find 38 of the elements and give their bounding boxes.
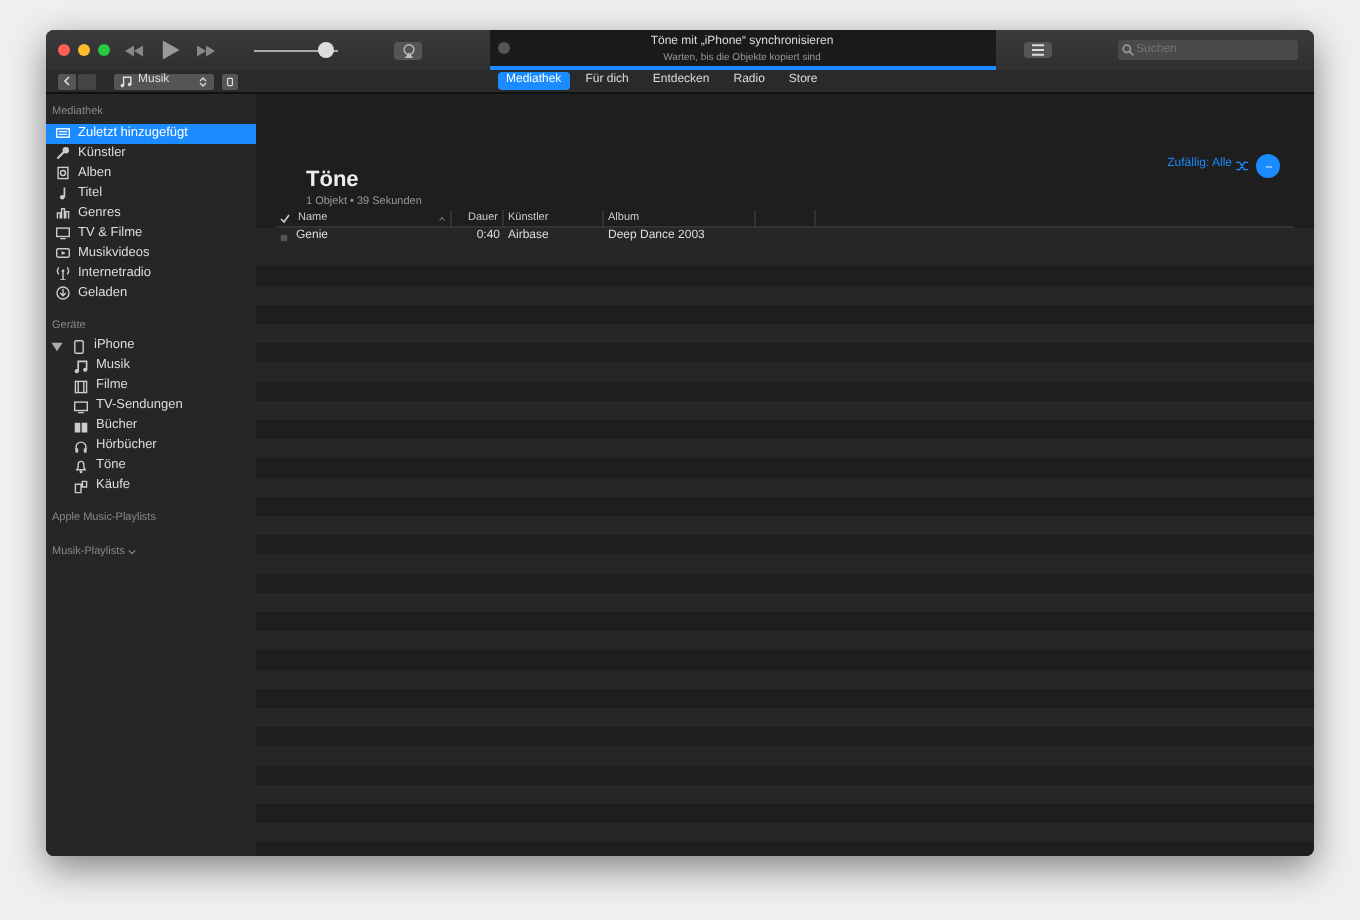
list-icon [1031, 44, 1043, 56]
back-button[interactable] [58, 73, 76, 89]
monitor-icon [56, 226, 70, 241]
music-note-icon [74, 359, 88, 374]
chevron-left-icon [62, 76, 72, 86]
airplay-icon [401, 43, 415, 57]
fast-forward-icon[interactable] [194, 41, 218, 59]
volume-slider[interactable] [254, 42, 338, 58]
music-note-icon [56, 186, 70, 201]
play-icon[interactable] [158, 38, 182, 62]
airplay-button[interactable] [394, 41, 422, 59]
monitor-icon [74, 399, 88, 414]
music-note-icon [120, 75, 132, 87]
stepper-icon [198, 75, 208, 87]
video-icon [56, 246, 70, 261]
status-icon [497, 42, 509, 54]
film-icon [74, 379, 88, 394]
download-icon [56, 286, 70, 301]
bar-icon [56, 206, 70, 221]
status-icon [280, 233, 288, 242]
book-icon [74, 419, 88, 434]
disclosure-down-icon [50, 339, 64, 354]
bell-icon [74, 459, 88, 474]
list-icon [56, 126, 70, 141]
phone-icon [72, 339, 86, 354]
shuffle-icon [1236, 160, 1248, 172]
album-icon [56, 166, 70, 181]
headphones-icon [74, 439, 88, 454]
bag-icon [74, 479, 88, 494]
list-view-button[interactable] [1023, 42, 1051, 58]
phone-icon [226, 75, 234, 87]
rewind-icon[interactable] [122, 41, 146, 59]
checkmark-icon [280, 213, 290, 223]
search-icon [1122, 44, 1134, 56]
device-button[interactable] [222, 73, 238, 89]
antenna-icon [56, 266, 70, 281]
more-button[interactable] [1256, 154, 1280, 178]
page-title: Töne [306, 168, 361, 193]
